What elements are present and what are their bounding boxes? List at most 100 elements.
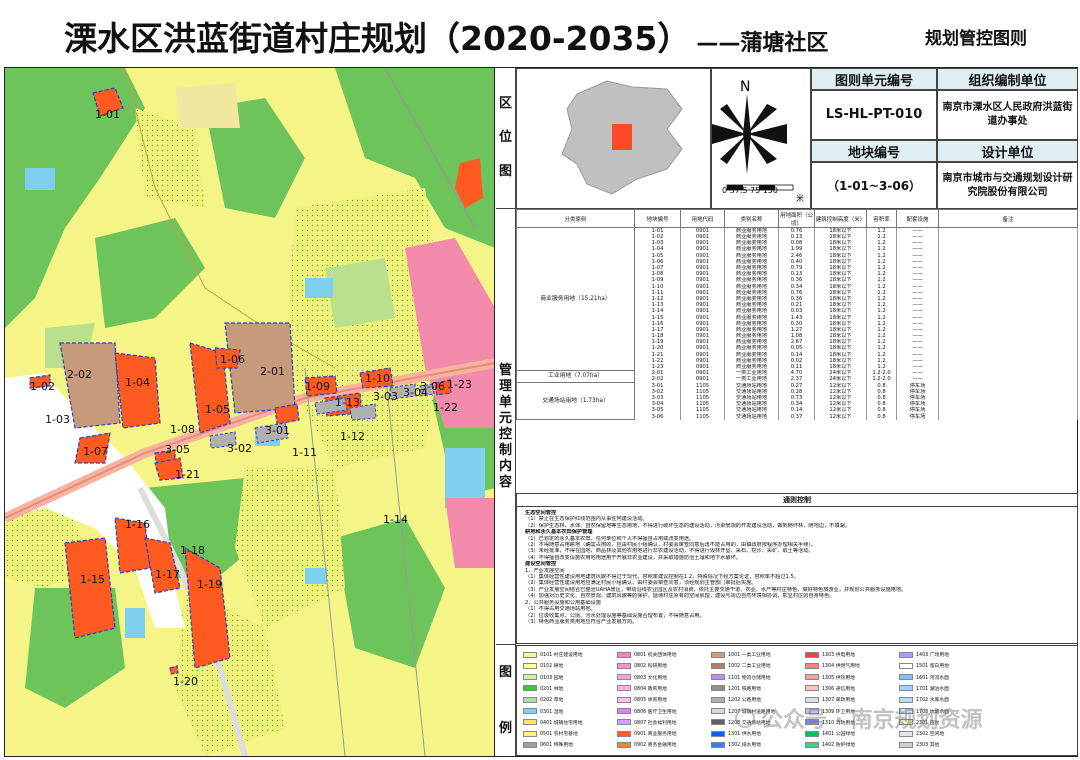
legend-label: 1201 铁路用地 [728, 686, 761, 692]
svg-text:1-10: 1-10 [365, 372, 390, 385]
legend-swatch [617, 674, 631, 681]
plot-no-value: （1-01~3-06） [811, 162, 937, 209]
svg-text:1-18: 1-18 [180, 544, 205, 557]
legend-item: 0804 教育用地 [617, 685, 667, 692]
sheet-name: 规划管控图则 [925, 29, 1027, 49]
svg-text:2-02: 2-02 [67, 368, 92, 381]
legend-swatch [523, 651, 537, 658]
legend-label: 0801 机关团体用地 [634, 653, 677, 658]
legend-item: 1303 供电用地 [805, 651, 855, 658]
svg-text:3-02: 3-02 [227, 442, 252, 455]
svg-text:1-12: 1-12 [340, 430, 365, 443]
legend-item: 0401 城镇住宅用地 [523, 719, 583, 726]
legend-label: 0902 商务金融用地 [634, 743, 677, 749]
legend-label: 1501 留白用地 [916, 664, 949, 670]
legend-item: 1501 留白用地 [899, 662, 949, 669]
legend-swatch [523, 674, 537, 681]
table-header: 容积率 [866, 209, 897, 228]
land-use-map[interactable]: 1-01 1-02 1-03 1-04 1-05 1-06 1-07 1-08 … [5, 68, 495, 756]
legend-item: 1305 供热用地 [805, 674, 855, 681]
svg-text:1-02: 1-02 [30, 380, 55, 393]
legend-swatch [711, 651, 725, 658]
legend-item: 1201 铁路用地 [711, 685, 761, 692]
legend-item: 0601 特殊用地 [523, 741, 573, 748]
legend-swatch [711, 719, 725, 726]
legend-item: 1601 河流水面 [899, 674, 949, 681]
legend-swatch [523, 708, 537, 714]
legend-label: 0802 科研用地 [634, 664, 667, 670]
legend-label: 1302 排水用地 [728, 743, 761, 749]
svg-text:1-19: 1-19 [197, 578, 222, 591]
unit-no-value: LS-HL-PT-010 [811, 90, 937, 140]
svg-text:3-01: 3-01 [265, 424, 290, 437]
svg-text:3-06: 3-06 [420, 380, 445, 393]
legend-label: 0804 教育用地 [634, 686, 667, 692]
legend-label: 1701 湖泊水面 [916, 686, 949, 692]
legend-swatch [523, 741, 537, 748]
table-cell: 停车场 [896, 413, 939, 420]
land-use-map-svg: 1-01 1-02 1-03 1-04 1-05 1-06 1-07 1-08 … [5, 68, 494, 756]
unit-no-header: 图则单元编号 [811, 68, 937, 90]
svg-text:N: N [740, 79, 750, 95]
table-cell: 0.8 [866, 413, 897, 420]
legend-swatch [805, 651, 819, 658]
wechat-icon [735, 708, 755, 728]
north-arrow-box: N 0 37.5 75 150 米 [711, 68, 811, 209]
legend-swatch [711, 674, 725, 681]
legend-swatch [617, 662, 631, 669]
legend-label: 0202 草地 [540, 698, 564, 704]
svg-text:1-17: 1-17 [155, 568, 180, 581]
legend-swatch [711, 730, 725, 737]
legend-label: 0805 体育用地 [634, 698, 667, 704]
svg-text:1-09: 1-09 [305, 380, 330, 393]
legend-swatch [523, 696, 537, 703]
legend-item: 0902 商务金融用地 [617, 741, 677, 748]
legend-label: 1601 河流水面 [916, 675, 949, 681]
plot-no-header: 地块编号 [811, 140, 937, 162]
legend-item: 0801 机关团体用地 [617, 651, 677, 658]
legend-label: 1305 供热用地 [822, 675, 855, 681]
legend-swatch [711, 741, 725, 748]
legend-label: 1403 广场用地 [916, 653, 949, 658]
legend-label: 0103 园地 [540, 675, 564, 681]
legend-swatch [899, 674, 913, 681]
legend-item: 0202 草地 [523, 696, 563, 703]
svg-text:1-04: 1-04 [125, 376, 150, 389]
legend-swatch [899, 662, 913, 669]
svg-text:1-06: 1-06 [220, 353, 245, 366]
svg-text:1-16: 1-16 [125, 518, 150, 531]
legend-swatch [899, 651, 913, 658]
svg-text:1-23: 1-23 [447, 378, 472, 391]
legend-swatch [899, 685, 913, 692]
svg-text:1-14: 1-14 [383, 513, 408, 526]
legend-label: 0901 商业服务用地 [634, 732, 677, 738]
legend-item: 0301 湿地 [523, 708, 563, 715]
table-header: 地块编号 [634, 209, 681, 228]
table-header: 分类原则 [516, 209, 635, 228]
org-value: 南京市溧水区人民政府洪蓝街道办事处 [937, 90, 1078, 140]
legend-label: 0807 社会福利用地 [634, 720, 677, 726]
legend: 0101 村庄建设用地 0102 耕地 0103 园地 0201 林地 0202 草地 0… [516, 645, 1078, 756]
svg-text:3-03: 3-03 [373, 390, 398, 403]
org-header: 组织编制单位 [937, 68, 1078, 90]
page-title: 溧水区洪蓝街道村庄规划（2020-2035） ——蒲塘社区 [64, 12, 828, 60]
legend-label: 0501 农村宅基地 [540, 732, 578, 738]
design-value: 南京市城市与交通规划设计研究院股份有限公司 [937, 162, 1078, 209]
legend-label: 2303 其他 [916, 743, 940, 749]
legend-swatch [617, 719, 631, 726]
svg-text:1-22: 1-22 [433, 401, 458, 414]
table-cell: 1105 [680, 413, 725, 420]
legend-item: 1304 供燃气用地 [805, 662, 860, 669]
table-header: 用地代码 [680, 209, 725, 228]
title-main: 溧水区洪蓝街道村庄规划（2020-2035） [64, 19, 691, 58]
legend-swatch [523, 685, 537, 692]
legend-item: 1302 排水用地 [711, 741, 761, 748]
info-panel: 区位图 N 0 37.5 75 150 米 图则单元编号 LS-HL-PT-01… [496, 68, 1078, 756]
svg-text:1-15: 1-15 [80, 573, 105, 586]
legend-label: 0201 林地 [540, 686, 564, 692]
legend-swatch [617, 708, 631, 714]
svg-text:1-03: 1-03 [45, 413, 70, 426]
mgmt-label: 管理单元控制内容 [496, 209, 516, 645]
location-thumbnail [516, 68, 711, 209]
legend-item: 0807 社会福利用地 [617, 719, 677, 726]
